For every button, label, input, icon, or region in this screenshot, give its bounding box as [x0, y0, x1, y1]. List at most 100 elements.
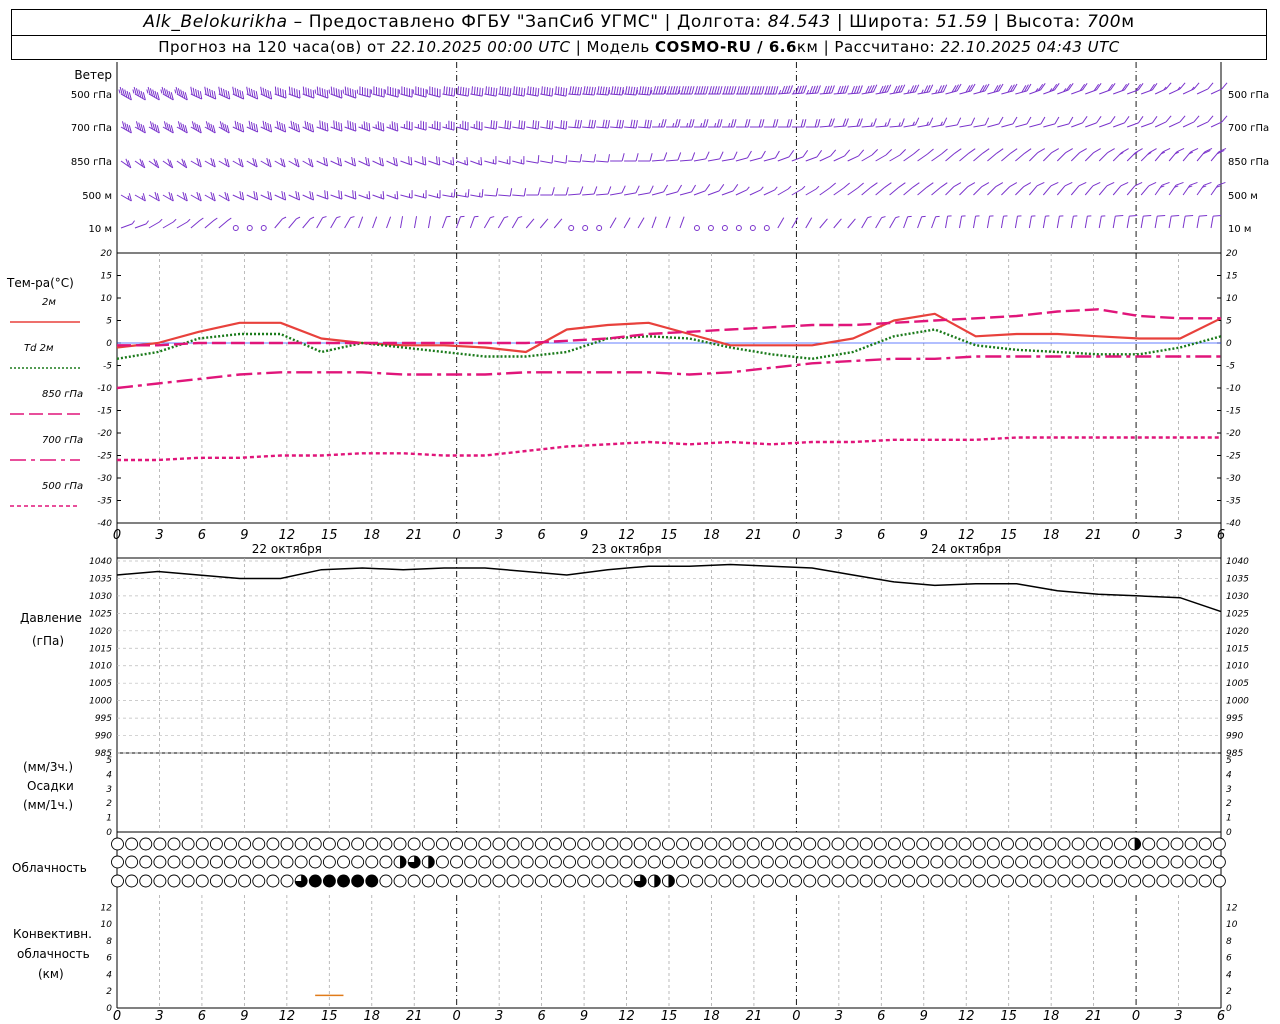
wind-barb-feather	[898, 182, 906, 188]
wind-barb	[721, 190, 734, 196]
cloud-circle	[351, 837, 365, 851]
wind-barb-feather	[1024, 148, 1032, 154]
wind-barb-feather	[859, 85, 863, 94]
wind-barb-feather	[1171, 214, 1180, 217]
wind-barb	[456, 160, 468, 166]
wind-barb-feather	[1179, 82, 1186, 90]
wind-barb-feather	[857, 182, 864, 189]
cloud-circle	[746, 874, 760, 888]
hour-label: 3	[155, 528, 163, 543]
wind-barb-feather	[714, 86, 718, 95]
cloud-circle	[563, 837, 577, 851]
wind-barb-feather	[523, 88, 526, 97]
wind-barb-feather	[702, 86, 706, 95]
wind-barb-feather	[1026, 116, 1032, 125]
hour-label: 12	[618, 528, 635, 543]
wind-barb-feather	[579, 154, 583, 163]
wind-barb-feather	[641, 86, 645, 95]
wind-barb-feather	[899, 148, 907, 156]
wind-barb-half-feather	[636, 89, 639, 94]
wind-barb-feather	[1106, 181, 1115, 187]
wind-barb-feather	[237, 88, 240, 97]
wind-barb	[889, 154, 901, 162]
wind-barb-feather	[253, 89, 256, 99]
wind-barb-half-feather	[199, 217, 204, 221]
wind-barb-feather	[616, 86, 619, 95]
wind-barb-feather	[311, 192, 315, 201]
wind-barb-feather	[255, 192, 259, 201]
wind-barb-feather	[532, 120, 535, 129]
wind-barb-feather	[396, 191, 399, 200]
precip-tick-label-left: 2	[106, 799, 112, 809]
wind-barb	[987, 152, 997, 162]
wind-barb-feather	[548, 120, 551, 129]
wind-barb	[875, 217, 883, 229]
wind-barb-feather	[436, 156, 438, 165]
wind-barb-feather	[192, 87, 196, 96]
wind-barb-feather	[326, 90, 329, 99]
wind-barb	[917, 216, 923, 229]
wind-barb	[777, 217, 785, 229]
wind-barb-feather	[871, 148, 879, 156]
wind-barb-feather	[354, 90, 357, 99]
wind-barb-feather	[1149, 148, 1157, 153]
wind-barb	[805, 188, 817, 196]
cloud-circle	[506, 874, 520, 888]
wind-barb	[1127, 122, 1139, 128]
wind-barb-feather	[660, 86, 664, 95]
wind-barb-feather	[579, 186, 584, 195]
wind-barb-feather	[842, 118, 847, 127]
cloud-circle	[845, 837, 859, 851]
wind-barb	[917, 124, 930, 128]
wind-barb-feather	[562, 87, 565, 96]
temp-tick-label-left: 15	[101, 272, 113, 282]
cloud-circle	[407, 874, 421, 888]
wind-barb-feather	[1026, 83, 1032, 92]
wind-barb	[302, 218, 311, 229]
wind-barb-feather	[396, 123, 399, 132]
wind-barb-feather	[234, 87, 237, 96]
cloud-circle	[1184, 837, 1198, 851]
temp-tick-label-left: -35	[97, 497, 112, 507]
wind-barb	[554, 160, 567, 164]
precip-unit-1h: (мм/1ч.)	[23, 798, 73, 812]
cloud-circle	[252, 837, 266, 851]
wind-barb-feather	[560, 87, 563, 96]
cloud-circle	[873, 874, 887, 888]
wind-barb-feather	[267, 122, 270, 132]
wind-barb	[512, 160, 525, 165]
wind-barb-feather	[311, 124, 315, 133]
wind-barb-feather	[753, 86, 757, 95]
wind-barb-half-feather	[213, 217, 218, 221]
wind-barb	[972, 216, 977, 229]
wind-barb	[442, 194, 455, 198]
pressure-tick-label-right: 1000	[1226, 697, 1249, 707]
cloud-circle	[181, 837, 195, 851]
pressure-panel-unit: (гПа)	[32, 634, 64, 648]
wind-barb-feather	[481, 88, 484, 97]
wind-barb	[1001, 186, 1011, 196]
wind-barb	[973, 124, 986, 128]
cloud-circle	[125, 874, 139, 888]
wind-barb-feather	[267, 89, 270, 99]
wind-barb	[833, 125, 846, 128]
wind-barb	[959, 152, 969, 162]
wind-barb-feather	[1040, 116, 1046, 125]
pressure-tick-label-left: 1015	[89, 644, 112, 654]
wind-barb-feather	[672, 86, 676, 95]
pressure-panel: 1040 1040 1035 1035 1030 1030 1025 1025 1020 1020…	[20, 557, 1249, 759]
wind-barb	[917, 91, 930, 95]
wind-barb	[456, 126, 469, 131]
wind-barb-feather	[326, 191, 329, 200]
wind-barb-feather	[853, 85, 858, 94]
wind-barb	[470, 194, 483, 198]
wind-barb-half-feather	[282, 216, 287, 220]
wind-barb	[358, 160, 370, 167]
wind-barb	[400, 216, 404, 229]
wind-barb-half-feather	[895, 216, 900, 219]
wind-barb	[596, 193, 609, 196]
cloud-circle	[1128, 874, 1142, 888]
wind-barb	[638, 126, 651, 129]
hour-label: 15	[1000, 528, 1017, 543]
wind-barb-feather	[349, 88, 352, 97]
